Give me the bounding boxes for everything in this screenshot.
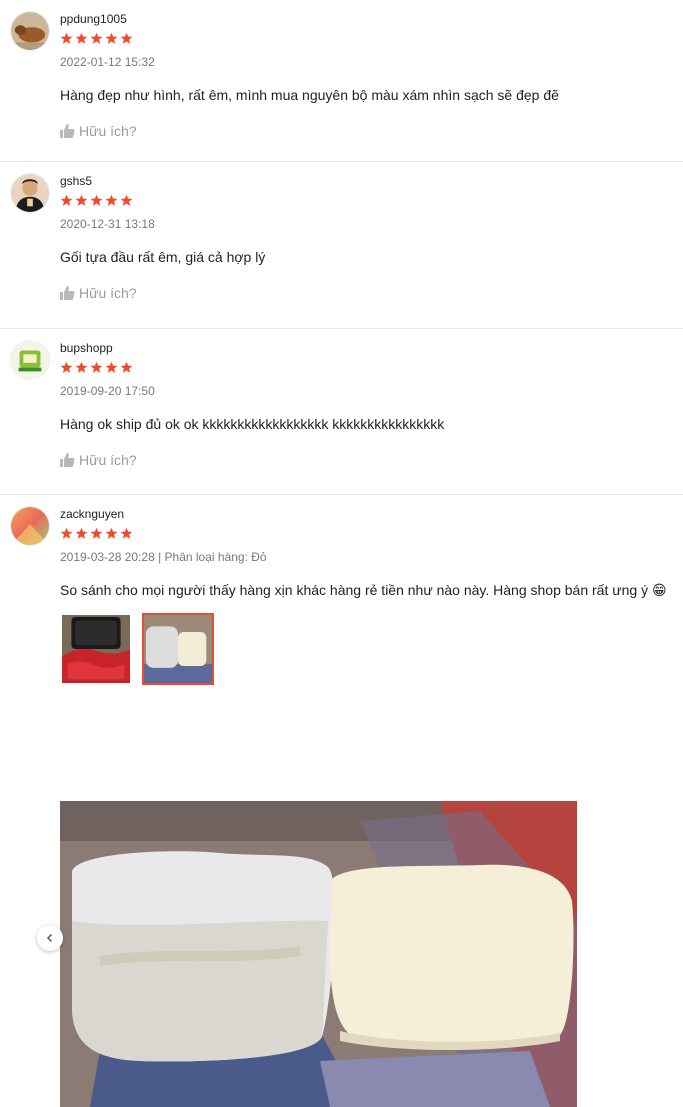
avatar[interactable]: [10, 340, 50, 380]
helpful-label: Hữu ích?: [79, 452, 137, 468]
review-date: 2019-09-20 17:50: [60, 384, 155, 398]
thumbnail-pillow-bags[interactable]: [60, 613, 132, 685]
star-icon: [60, 32, 73, 44]
rating-stars: [60, 527, 683, 541]
star-icon: [105, 527, 118, 539]
thumbnail-pillow-comparison[interactable]: [142, 613, 214, 685]
review-item: gshs5 2020-12-31 13:18 Gối tựa đầu rất ê…: [0, 162, 683, 329]
helpful-button[interactable]: Hữu ích?: [60, 452, 137, 468]
avatar[interactable]: [10, 173, 50, 213]
helpful-label: Hữu ích?: [79, 285, 137, 301]
star-icon: [105, 194, 118, 206]
review-list: ppdung1005 2022-01-12 15:32 Hàng đẹp như…: [0, 0, 683, 1107]
review-username[interactable]: zacknguyen: [60, 507, 683, 521]
star-icon: [75, 361, 88, 373]
star-icon: [120, 361, 133, 373]
review-photo-large[interactable]: [60, 801, 577, 1107]
star-icon: [60, 194, 73, 206]
star-icon: [120, 32, 133, 44]
star-icon: [75, 194, 88, 206]
star-icon: [75, 32, 88, 44]
rating-stars: [60, 361, 683, 375]
review-date: 2022-01-12 15:32: [60, 55, 155, 69]
review-content: So sánh cho mọi người thấy hàng xịn khác…: [60, 582, 667, 598]
review-username[interactable]: ppdung1005: [60, 12, 683, 26]
star-icon: [60, 527, 73, 539]
star-icon: [90, 32, 103, 44]
review-item: zacknguyen 2019-03-28 20:28 | Phân loại …: [0, 495, 683, 1107]
chevron-left-icon: [46, 933, 53, 943]
thumbs-up-icon: [60, 453, 75, 467]
star-icon: [105, 32, 118, 44]
star-icon: [120, 194, 133, 206]
star-icon: [60, 361, 73, 373]
star-icon: [105, 361, 118, 373]
star-icon: [120, 527, 133, 539]
review-item: ppdung1005 2022-01-12 15:32 Hàng đẹp như…: [0, 0, 683, 162]
avatar[interactable]: [10, 506, 50, 546]
review-content: Gối tựa đầu rất êm, giá cả hợp lý: [60, 249, 266, 265]
thumbs-up-icon: [60, 124, 75, 138]
star-icon: [90, 361, 103, 373]
review-username[interactable]: bupshopp: [60, 341, 683, 355]
previous-photo-button[interactable]: [37, 925, 63, 951]
rating-stars: [60, 194, 683, 208]
review-date: 2020-12-31 13:18: [60, 217, 155, 231]
star-icon: [90, 527, 103, 539]
thumbs-up-icon: [60, 286, 75, 300]
review-content: Hàng đẹp như hình, rất êm, mình mua nguy…: [60, 87, 559, 103]
rating-stars: [60, 32, 683, 46]
star-icon: [75, 527, 88, 539]
review-thumbnails: [60, 613, 683, 685]
helpful-button[interactable]: Hữu ích?: [60, 285, 137, 301]
helpful-label: Hữu ích?: [79, 123, 137, 139]
star-icon: [90, 194, 103, 206]
review-content: Hàng ok ship đủ ok ok kkkkkkkkkkkkkkkkkk…: [60, 416, 445, 432]
review-item: bupshopp 2019-09-20 17:50 Hàng ok ship đ…: [0, 329, 683, 495]
avatar[interactable]: [10, 11, 50, 51]
helpful-button[interactable]: Hữu ích?: [60, 123, 137, 139]
review-username[interactable]: gshs5: [60, 174, 683, 188]
review-meta: 2019-03-28 20:28 | Phân loại hàng: Đỏ: [60, 550, 267, 564]
